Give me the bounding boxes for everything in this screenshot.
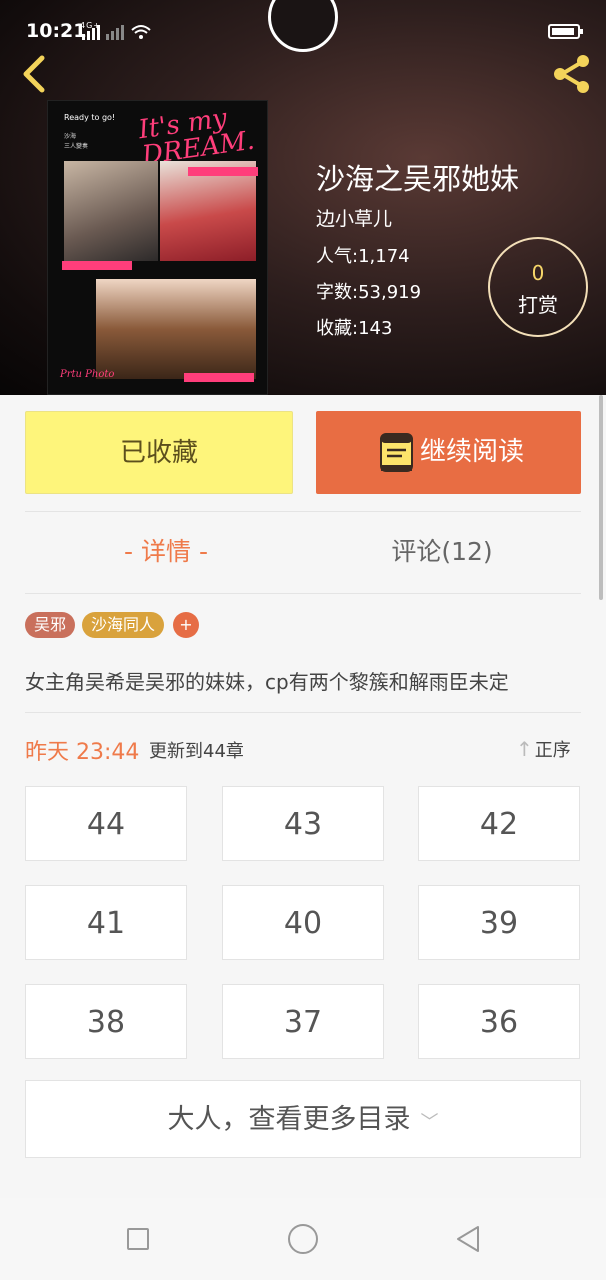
share-button[interactable] — [548, 50, 596, 98]
sort-toggle[interactable]: ↑ 正序 — [516, 736, 571, 762]
battery-icon — [548, 24, 583, 39]
back-button[interactable] — [14, 52, 54, 96]
tip-count: 0 — [531, 261, 545, 285]
stat-value: 1,174 — [358, 246, 410, 267]
stat-label: 收藏: — [316, 318, 359, 339]
tag-chip[interactable]: 沙海同人 — [82, 612, 165, 638]
back-triangle-icon[interactable] — [454, 1224, 482, 1254]
chapter-button[interactable]: 38 — [25, 984, 187, 1059]
share-icon — [554, 55, 589, 93]
update-text: 更新到44章 — [149, 741, 244, 762]
status-bar: 10:21 4G+ — [0, 0, 606, 52]
chapter-button[interactable]: 37 — [222, 984, 384, 1059]
cover-photo-3 — [96, 279, 256, 379]
chevron-left-icon — [23, 55, 45, 93]
chevron-down-icon: ﹀ — [420, 1112, 439, 1133]
chapter-button[interactable]: 43 — [222, 786, 384, 861]
signal-icon: 4G+ — [80, 20, 152, 46]
status-time: 10:21 — [26, 20, 87, 42]
cover-ready-text: Ready to go! — [64, 113, 116, 122]
home-icon[interactable] — [288, 1224, 318, 1254]
more-chapters-label: 大人，查看更多目录 — [167, 1104, 411, 1135]
chapter-button[interactable]: 44 — [25, 786, 187, 861]
stat-label: 人气: — [316, 246, 359, 267]
cover-tag-1 — [188, 167, 258, 176]
update-time: 昨天 23:44 — [25, 740, 140, 765]
book-author[interactable]: 边小草儿 — [316, 204, 392, 231]
tab-detail[interactable]: - 详情 - — [96, 532, 236, 568]
book-description[interactable]: 女主角吴希是吴邪的妹妹，cp有两个黎簇和解雨臣未定 — [25, 666, 585, 695]
collected-button[interactable]: 已收藏 — [25, 411, 293, 494]
arrow-up-icon: ↑ — [516, 737, 533, 761]
divider — [25, 511, 581, 512]
cover-script-text: It's my DREAM. — [136, 103, 257, 172]
scrollbar[interactable] — [599, 395, 603, 600]
add-tag-button[interactable]: + — [173, 612, 199, 638]
sort-label: 正序 — [534, 740, 571, 761]
cover-line2: 三人變奏 — [64, 143, 89, 150]
chapter-button[interactable]: 36 — [418, 984, 580, 1059]
chapter-button[interactable]: 42 — [418, 786, 580, 861]
tag-chip[interactable]: 吴邪 — [25, 612, 76, 638]
camera-notch — [268, 0, 338, 52]
recent-apps-icon[interactable] — [127, 1228, 149, 1250]
cover-line1: 沙海 — [64, 133, 77, 140]
cover-photo-2 — [160, 161, 256, 261]
tab-comments[interactable]: 评论(12) — [370, 532, 514, 568]
chapter-button[interactable]: 39 — [418, 885, 580, 960]
stat-word-count: 字数:53,919 — [316, 278, 421, 304]
stat-value: 143 — [358, 318, 393, 339]
tip-button[interactable]: 0 打赏 — [488, 237, 588, 337]
stat-label: 字数: — [316, 282, 359, 303]
stat-favorites: 收藏:143 — [316, 314, 392, 340]
continue-reading-label: 继续阅读 — [420, 437, 525, 467]
cover-tag-2 — [62, 261, 132, 270]
more-chapters-button[interactable]: 大人，查看更多目录 ﹀ — [25, 1080, 581, 1158]
book-cover[interactable]: Ready to go! 沙海 三人變奏 It's my DREAM. Prtu… — [47, 100, 268, 395]
cover-tag-3 — [184, 373, 254, 382]
chapter-button[interactable]: 41 — [25, 885, 187, 960]
book-header: 10:21 4G+ Ready to go! 沙海 三人變奏 It's my D… — [0, 0, 606, 395]
cover-corner-text: Prtu Photo — [60, 369, 115, 380]
book-title: 沙海之吴邪她妹 — [316, 162, 520, 196]
cover-photo-1 — [64, 161, 158, 261]
book-icon — [380, 433, 413, 472]
chapter-button[interactable]: 40 — [222, 885, 384, 960]
divider — [25, 593, 581, 594]
continue-reading-button[interactable]: 继续阅读 — [316, 411, 581, 494]
tip-label: 打赏 — [518, 293, 558, 317]
stat-value: 53,919 — [358, 282, 422, 303]
system-nav-bar — [0, 1198, 606, 1280]
stat-popularity: 人气:1,174 — [316, 242, 410, 268]
divider — [25, 712, 581, 713]
